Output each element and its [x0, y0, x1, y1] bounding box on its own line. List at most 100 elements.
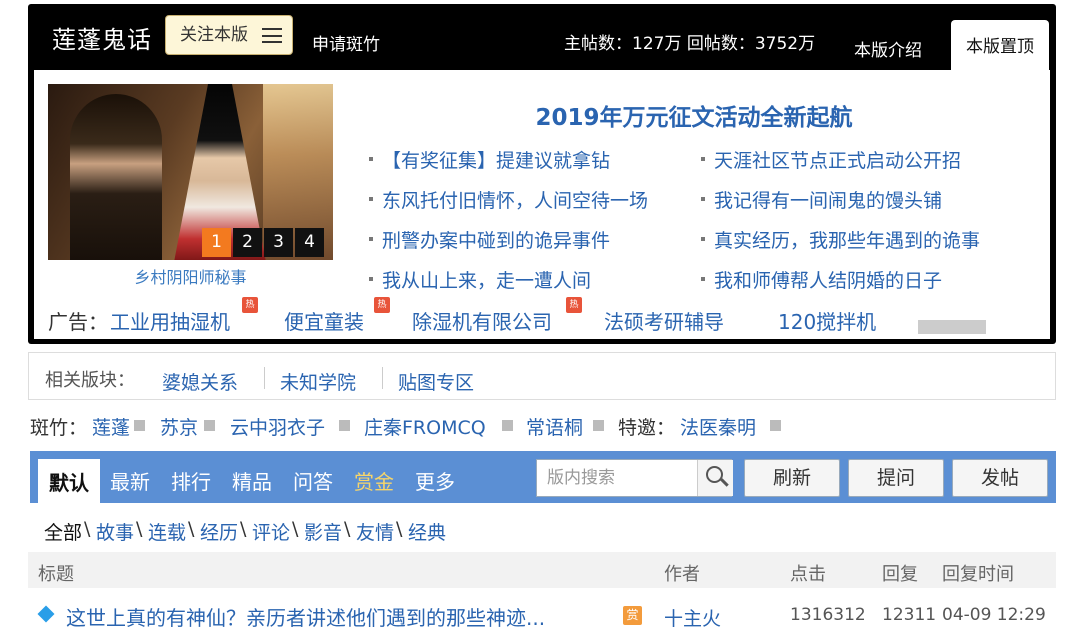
slide-figure-left	[70, 94, 162, 260]
tab-bounty[interactable]: 赏金	[354, 466, 394, 495]
category-link[interactable]: 评论	[252, 518, 290, 545]
search-icon-handle	[720, 478, 729, 487]
post-stats: 主帖数：127万 回帖数：3752万	[564, 34, 816, 54]
follow-label: 关注本版	[180, 25, 248, 45]
news-link[interactable]: 我记得有一间闹鬼的馒头铺	[700, 186, 942, 213]
divider	[264, 367, 265, 389]
ad-marker	[918, 320, 986, 334]
news-link[interactable]: 东风托付旧情怀，人间空待一场	[368, 186, 648, 213]
board-title: 莲蓬鬼话	[52, 26, 152, 54]
category-link[interactable]: 经典	[408, 518, 446, 545]
column-reply-time: 回复时间	[942, 564, 1014, 585]
category-separator: \	[344, 518, 351, 540]
message-icon[interactable]	[502, 420, 513, 431]
new-post-button[interactable]: 发帖	[952, 459, 1048, 497]
thread-reply-time: 04-09 12:29	[942, 605, 1046, 625]
hot-badge: 热	[566, 297, 582, 313]
slideshow-pager: 1 2 3 4	[202, 228, 324, 257]
category-separator: \	[396, 518, 403, 540]
moderator-label: 斑竹：	[30, 417, 88, 439]
apply-moderator-link[interactable]: 申请斑竹	[312, 30, 380, 55]
hot-badge: 热	[374, 297, 390, 313]
thread-author-link[interactable]: 十主火	[664, 604, 721, 631]
category-link[interactable]: 经历	[200, 518, 238, 545]
refresh-button[interactable]: 刷新	[744, 459, 840, 497]
tab-board-pinned[interactable]: 本版置顶	[951, 20, 1049, 72]
slide-caption[interactable]: 乡村阴阳师秘事	[48, 264, 333, 288]
guest-moderator-link[interactable]: 法医秦明	[680, 413, 756, 440]
category-separator: \	[188, 518, 195, 540]
ad-link[interactable]: 120搅拌机	[778, 306, 876, 335]
category-separator: \	[240, 518, 247, 540]
tab-featured[interactable]: 精品	[232, 466, 272, 495]
category-all[interactable]: 全部	[44, 518, 82, 545]
ad-link[interactable]: 法硕考研辅导	[604, 306, 724, 335]
ad-links: 广告： 工业用抽湿机 热 便宜童装 热 除湿机有限公司 热 法硕考研辅导 120…	[48, 297, 1038, 336]
diamond-icon	[37, 605, 55, 623]
tab-board-intro[interactable]: 本版介绍	[854, 36, 922, 61]
divider	[382, 367, 383, 389]
ad-link[interactable]: 工业用抽湿机	[110, 306, 230, 335]
moderator-link[interactable]: 庄秦FROMCQ	[364, 413, 486, 440]
message-icon[interactable]	[134, 420, 145, 431]
news-link[interactable]: 天涯社区节点正式启动公开招	[700, 146, 961, 173]
tab-latest[interactable]: 最新	[110, 466, 150, 495]
tab-default[interactable]: 默认	[38, 459, 100, 503]
moderator-link[interactable]: 常语桐	[526, 413, 583, 440]
ad-link[interactable]: 除湿机有限公司	[412, 306, 552, 335]
moderator-link[interactable]: 云中羽衣子	[230, 413, 325, 440]
news-link[interactable]: 刑警办案中碰到的诡异事件	[368, 226, 610, 253]
follow-board-button[interactable]: 关注本版	[165, 15, 293, 55]
category-separator: \	[136, 518, 143, 540]
ask-button[interactable]: 提问	[848, 459, 944, 497]
moderator-link[interactable]: 苏京	[160, 413, 198, 440]
message-icon[interactable]	[339, 420, 350, 431]
ad-link[interactable]: 便宜童装	[284, 306, 364, 335]
related-board-link[interactable]: 未知学院	[280, 368, 356, 395]
message-icon[interactable]	[204, 420, 215, 431]
pinned-panel: 1 2 3 4 乡村阴阳师秘事 2019年万元征文活动全新起航 【有奖征集】提建…	[34, 70, 1050, 339]
category-link[interactable]: 友情	[356, 518, 394, 545]
slideshow-image[interactable]: 1 2 3 4	[48, 84, 333, 260]
slide-page-1[interactable]: 1	[202, 228, 231, 257]
news-link[interactable]: 真实经历，我那些年遇到的诡事	[700, 226, 980, 253]
category-link[interactable]: 故事	[96, 518, 134, 545]
board-search	[536, 459, 733, 497]
category-link[interactable]: 影音	[304, 518, 342, 545]
table-row: 这世上真的有神仙？亲历者讲述他们遇到的那些神迹... 赏 十主火 1316312…	[28, 598, 1056, 634]
guest-label: 特邀：	[618, 417, 676, 439]
slide-page-3[interactable]: 3	[264, 228, 293, 257]
news-link[interactable]: 【有奖征集】提建议就拿钻	[368, 146, 610, 173]
thread-title-link[interactable]: 这世上真的有神仙？亲历者讲述他们遇到的那些神迹...	[66, 602, 545, 631]
column-replies: 回复	[882, 564, 918, 585]
category-link[interactable]: 连载	[148, 518, 186, 545]
message-icon[interactable]	[770, 420, 781, 431]
thread-toolbar: 默认 最新 排行 精品 问答 赏金 更多 刷新 提问 发帖	[30, 451, 1056, 503]
tab-more[interactable]: 更多	[415, 466, 455, 495]
moderator-link[interactable]: 莲蓬	[92, 413, 130, 440]
message-icon[interactable]	[593, 420, 604, 431]
related-board-link[interactable]: 贴图专区	[398, 368, 474, 395]
slide-page-4[interactable]: 4	[295, 228, 324, 257]
search-input[interactable]	[537, 460, 695, 496]
news-link[interactable]: 我和师傅帮人结阴婚的日子	[700, 266, 942, 293]
ad-label: 广告：	[48, 310, 108, 334]
search-button[interactable]	[697, 460, 733, 496]
tab-qa[interactable]: 问答	[293, 466, 333, 495]
related-board-link[interactable]: 婆媳关系	[162, 368, 238, 395]
category-filter: 全部 \ 故事 \ 连载 \ 经历 \ 评论 \ 影音 \ 友情 \ 经典	[44, 518, 644, 546]
thread-table-header: 标题 作者 点击 回复 回复时间	[28, 552, 1056, 588]
reward-badge: 赏	[623, 606, 642, 625]
column-author: 作者	[664, 564, 700, 585]
related-boards: 相关版块： 婆媳关系 未知学院 贴图专区	[28, 352, 1056, 400]
hot-badge: 热	[242, 297, 258, 313]
column-title: 标题	[38, 564, 74, 585]
banner-headline[interactable]: 2019年万元征文活动全新起航	[374, 98, 1014, 132]
news-link[interactable]: 我从山上来，走一遭人间	[368, 266, 591, 293]
column-clicks: 点击	[790, 564, 826, 585]
thread-clicks: 1316312	[790, 605, 866, 625]
moderator-list: 斑竹： 莲蓬 苏京 云中羽衣子 庄秦FROMCQ 常语桐 特邀： 法医秦明	[30, 413, 1030, 441]
tab-ranking[interactable]: 排行	[171, 466, 211, 495]
slide-page-2[interactable]: 2	[233, 228, 262, 257]
category-separator: \	[84, 518, 91, 540]
